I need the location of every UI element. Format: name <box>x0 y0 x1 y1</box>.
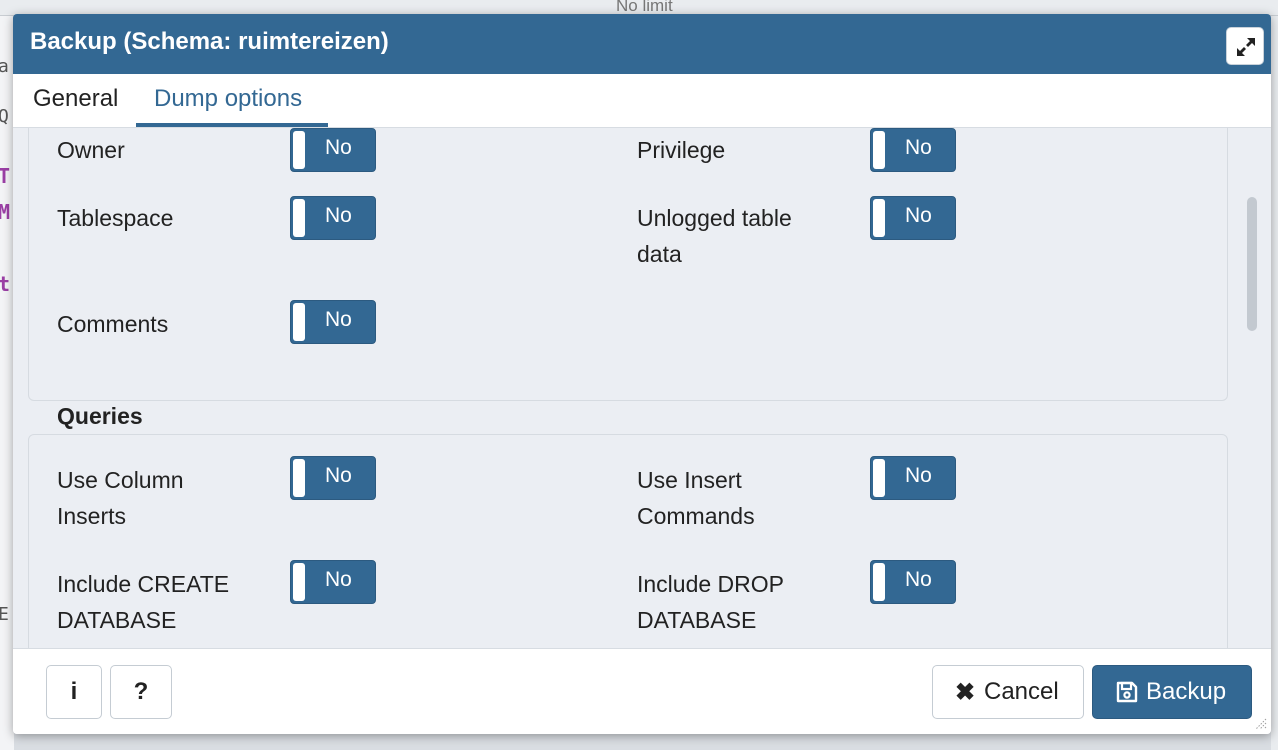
tab-bar: General Dump options <box>13 74 1271 128</box>
unlogged-table-data-toggle[interactable]: No <box>870 196 956 240</box>
options-fieldset <box>28 128 1228 401</box>
backup-dialog: Backup (Schema: ruimtereizen) General Du… <box>13 14 1271 734</box>
resize-grip-icon[interactable] <box>1253 716 1267 730</box>
toggle-knob <box>873 459 885 497</box>
toggle-knob <box>293 459 305 497</box>
backup-label: Backup <box>1146 678 1227 705</box>
dialog-footer: i ? ✖ Cancel Backup <box>13 648 1271 734</box>
help-button[interactable]: ? <box>110 665 172 719</box>
content-scrollbar[interactable] <box>1247 197 1257 331</box>
privilege-label: Privilege <box>637 137 726 163</box>
toggle-knob <box>293 199 305 237</box>
code-glyph: M <box>0 200 11 224</box>
toggle-value: No <box>905 568 932 591</box>
info-button[interactable]: i <box>46 665 102 719</box>
code-glyph: T <box>0 164 11 188</box>
include-create-database-toggle[interactable]: No <box>290 560 376 604</box>
info-icon: i <box>70 678 78 705</box>
toggle-value: No <box>325 204 352 227</box>
toggle-knob <box>293 563 305 601</box>
dialog-title: Backup (Schema: ruimtereizen) <box>30 28 389 55</box>
cancel-label: Cancel <box>984 678 1059 705</box>
unlogged-table-data-label: Unlogged table data <box>637 205 792 267</box>
comments-toggle[interactable]: No <box>290 300 376 344</box>
toggle-knob <box>873 199 885 237</box>
tablespace-label: Tablespace <box>57 205 174 231</box>
toggle-value: No <box>905 204 932 227</box>
toggle-value: No <box>325 136 352 159</box>
side-glyph: E <box>0 604 9 625</box>
use-column-inserts-toggle[interactable]: No <box>290 456 376 500</box>
expand-icon <box>1237 38 1255 56</box>
comments-label: Comments <box>57 311 169 337</box>
toggle-knob <box>293 131 305 169</box>
background-right <box>1271 16 1278 750</box>
toggle-value: No <box>325 308 352 331</box>
toggle-knob <box>293 303 305 341</box>
toggle-knob <box>873 563 885 601</box>
backup-button[interactable]: Backup <box>1092 665 1252 719</box>
dialog-titlebar[interactable]: Backup (Schema: ruimtereizen) <box>13 14 1271 74</box>
tab-dump-options[interactable]: Dump options <box>153 85 303 113</box>
dialog-content: Owner No Privilege No Tablespace No Unlo… <box>13 128 1271 648</box>
tab-general[interactable]: General <box>32 85 119 113</box>
toggle-value: No <box>905 464 932 487</box>
toggle-value: No <box>325 568 352 591</box>
owner-toggle[interactable]: No <box>290 128 376 172</box>
toggle-knob <box>873 131 885 169</box>
use-column-inserts-label: Use Column Inserts <box>57 467 184 529</box>
save-icon <box>1116 681 1138 703</box>
help-icon: ? <box>133 678 149 705</box>
close-icon: ✖ <box>955 679 976 706</box>
side-glyph: a <box>0 56 9 77</box>
use-insert-commands-label: Use Insert Commands <box>637 467 755 529</box>
include-drop-database-toggle[interactable]: No <box>870 560 956 604</box>
use-insert-commands-toggle[interactable]: No <box>870 456 956 500</box>
privilege-toggle[interactable]: No <box>870 128 956 172</box>
include-create-database-label: Include CREATE DATABASE <box>57 571 230 633</box>
background-editor: a Q T M t E <box>0 16 14 750</box>
cancel-button[interactable]: ✖ Cancel <box>932 665 1084 719</box>
toggle-value: No <box>325 464 352 487</box>
include-drop-database-label: Include DROP DATABASE <box>637 571 784 633</box>
queries-legend: Queries <box>43 403 157 430</box>
side-glyph: Q <box>0 106 9 127</box>
active-tab-indicator <box>136 123 328 127</box>
maximize-button[interactable] <box>1226 27 1264 65</box>
toggle-value: No <box>905 136 932 159</box>
tablespace-toggle[interactable]: No <box>290 196 376 240</box>
code-glyph: t <box>0 272 11 296</box>
owner-label: Owner <box>57 137 125 163</box>
